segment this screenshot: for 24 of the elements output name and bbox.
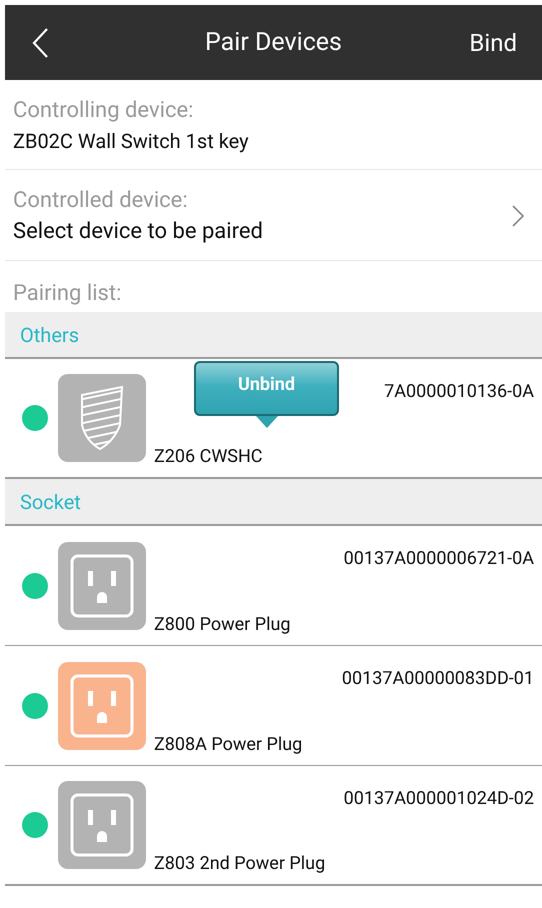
device-id: 00137A00000083DD-01 — [342, 668, 534, 689]
chevron-right-icon — [512, 205, 524, 227]
controlling-device-label: Controlling device: — [13, 98, 194, 123]
device-name: Z803 2nd Power Plug — [154, 853, 326, 874]
device-row[interactable]: 00137A0000006721-0A Z800 Power Plug — [5, 526, 542, 646]
device-name: Z800 Power Plug — [154, 614, 292, 635]
device-id: 00137A000001024D-02 — [344, 788, 534, 809]
device-name: Z206 CWSHC — [154, 446, 264, 467]
back-icon — [31, 26, 49, 58]
device-id: 7A0000010136-0A — [384, 381, 534, 402]
controlled-device-selector[interactable]: Controlled device: Select device to be paired — [5, 170, 542, 261]
page-title: Pair Devices — [205, 28, 342, 57]
group-title: Others — [20, 322, 80, 346]
controlled-device-label: Controlled device: — [13, 188, 189, 213]
pairing-list-label: Pairing list: — [13, 281, 122, 306]
device-name: Z808A Power Plug — [154, 734, 304, 755]
controlling-device-value: ZB02C Wall Switch 1st key — [13, 129, 250, 153]
group-title: Socket — [20, 490, 81, 514]
controlled-device-value: Select device to be paired — [13, 219, 264, 244]
device-row[interactable]: Unbind 7A0000010136-0A Z206 CWSHC — [5, 359, 542, 479]
device-row[interactable]: 00137A00000083DD-01 Z808A Power Plug — [5, 646, 542, 766]
bind-button[interactable]: Bind — [469, 28, 517, 56]
device-id: 00137A0000006721-0A — [344, 548, 534, 569]
device-row[interactable]: 00137A000001024D-02 Z803 2nd Power Plug — [5, 766, 542, 886]
